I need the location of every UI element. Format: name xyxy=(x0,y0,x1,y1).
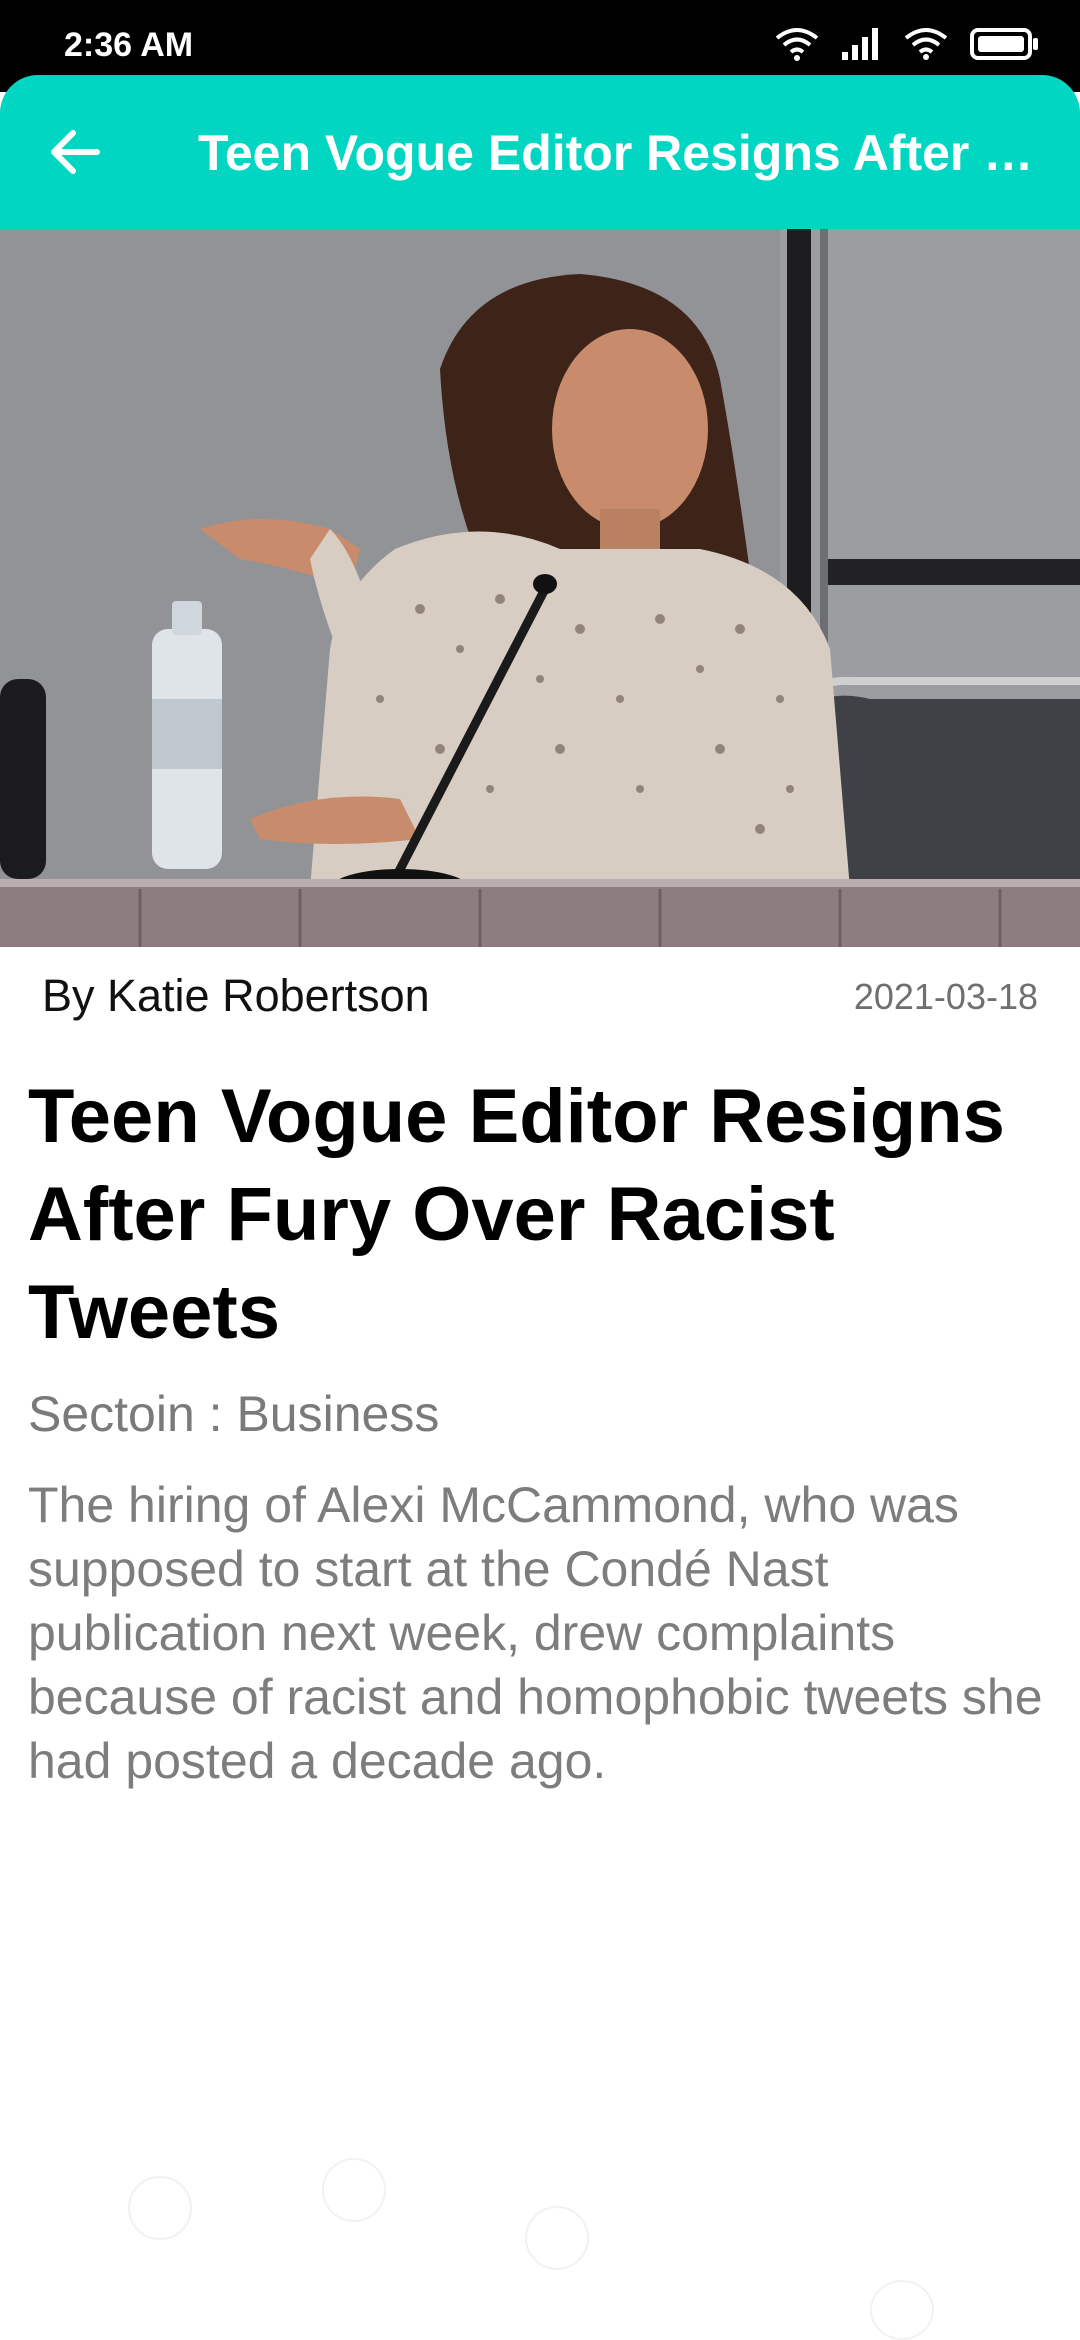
decorative-circle xyxy=(870,2280,934,2340)
arrow-left-icon xyxy=(51,130,100,174)
status-icons xyxy=(774,26,1040,62)
article-byline: By Katie Robertson xyxy=(42,970,430,1021)
decorative-circle xyxy=(525,2206,589,2270)
status-time: 2:36 AM xyxy=(64,26,194,64)
article-section: Sectoin : Business xyxy=(28,1386,440,1442)
article-summary: The hiring of Alexi McCammond, who was s… xyxy=(28,1477,1043,1789)
wifi-icon xyxy=(775,28,819,61)
wifi-icon xyxy=(904,28,948,60)
back-button[interactable] xyxy=(40,117,110,187)
decorative-circle xyxy=(128,2176,192,2240)
article-hero-image xyxy=(0,229,1080,947)
app-bar: Teen Vogue Editor Resigns After Fury Ove… xyxy=(0,75,1080,229)
article-headline: Teen Vogue Editor Resigns After Fury Ove… xyxy=(28,1074,1005,1355)
decorative-circle xyxy=(322,2158,386,2222)
battery-icon xyxy=(970,28,1038,60)
article-date: 2021-03-18 xyxy=(853,976,1038,1017)
app-bar-title: Teen Vogue Editor Resigns After Fury Ove… xyxy=(198,125,1048,181)
signal-icon xyxy=(842,28,878,60)
